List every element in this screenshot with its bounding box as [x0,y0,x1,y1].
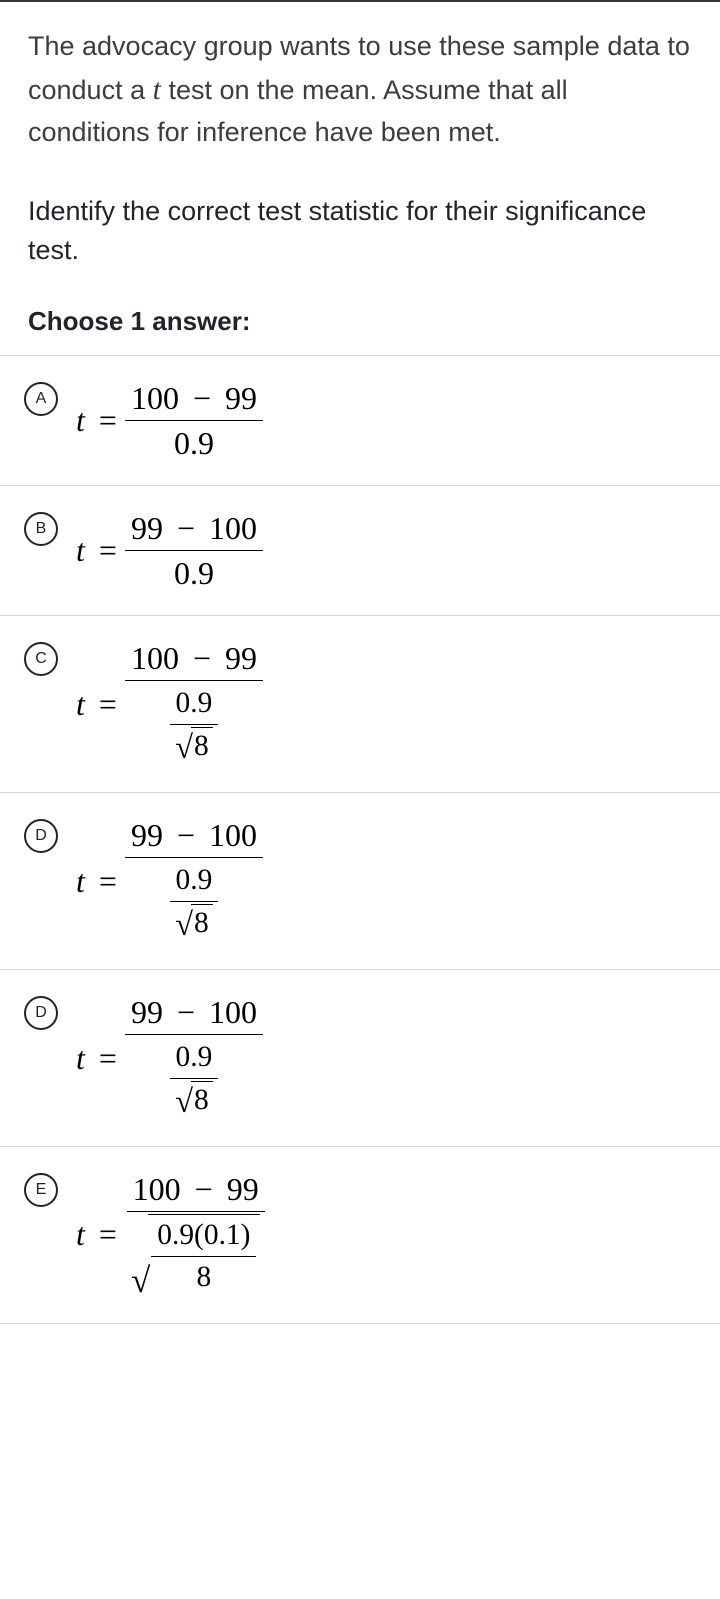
option-formula: t=99 − 1000.9√8 [76,990,263,1126]
question-prompt: Identify the correct test statistic for … [28,192,692,270]
choose-one-answer-label: Choose 1 answer: [0,306,720,337]
answer-option-a-0[interactable]: At=100 − 990.9 [0,355,720,485]
option-formula: t=99 − 1000.9 [76,506,263,595]
answer-option-d-3[interactable]: Dt=99 − 1000.9√8 [0,792,720,969]
answer-option-e-5[interactable]: Et=100 − 99√0.9(0.1)8 [0,1146,720,1323]
options-list: At=100 − 990.9Bt=99 − 1000.9Ct=100 − 990… [0,355,720,1323]
intro-t-variable: t [153,73,161,106]
option-letter-badge: D [24,996,58,1030]
option-letter-badge: E [24,1173,58,1207]
option-formula: t=100 − 990.9 [76,376,263,465]
answer-option-c-2[interactable]: Ct=100 − 990.9√8 [0,615,720,792]
option-letter-badge: B [24,512,58,546]
answer-option-b-1[interactable]: Bt=99 − 1000.9 [0,485,720,615]
answer-option-d-4[interactable]: Dt=99 − 1000.9√8 [0,969,720,1146]
option-letter-badge: D [24,819,58,853]
option-letter-badge: C [24,642,58,676]
intro-paragraph: The advocacy group wants to use these sa… [28,26,692,152]
option-letter-badge: A [24,382,58,416]
option-formula: t=99 − 1000.9√8 [76,813,263,949]
option-formula: t=100 − 99√0.9(0.1)8 [76,1167,266,1302]
option-formula: t=100 − 990.9√8 [76,636,263,772]
